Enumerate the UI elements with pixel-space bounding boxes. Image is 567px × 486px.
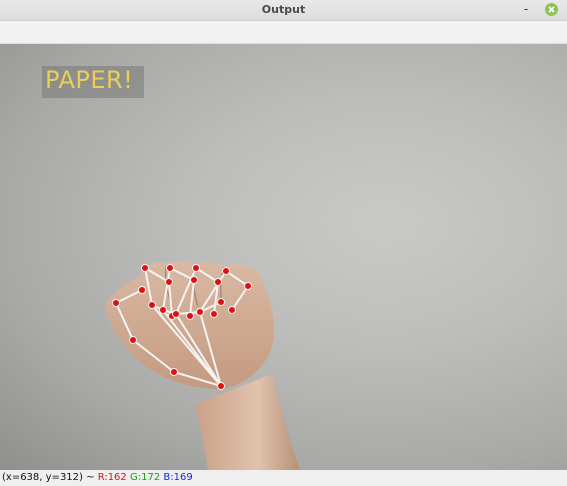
title-bar[interactable]: Output - [0,0,567,21]
close-icon [548,6,555,13]
window-title: Output [261,3,306,16]
toolbar [0,21,567,44]
pixel-green-value: G:172 [129,472,161,483]
gesture-label: PAPER! [45,66,134,94]
pixel-red-value: R:162 [97,472,127,483]
camera-scene [105,261,300,470]
cursor-coordinates: (x=638, y=312) ~ [2,472,95,483]
pixel-blue-value: B:169 [163,472,193,483]
status-bar: (x=638, y=312) ~ R:162 G:172 B:169 [0,470,567,486]
video-frame[interactable]: PAPER! [0,44,567,470]
close-button[interactable] [545,3,558,16]
output-window: Output - PAPER! (x=638, y=312) ~ R:162 G… [0,0,567,486]
minimize-button[interactable]: - [519,2,533,16]
